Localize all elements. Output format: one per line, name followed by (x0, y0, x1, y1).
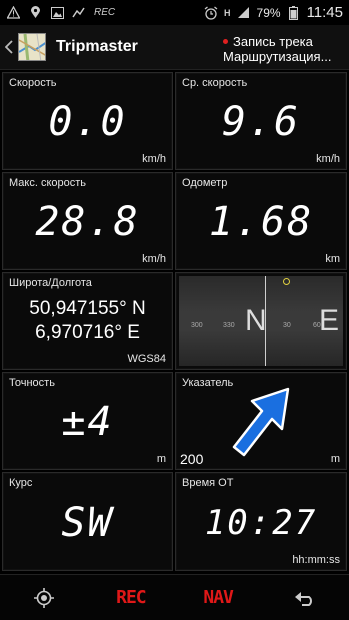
tile-lat-lon[interactable]: Широта/Долгота 50,947155° N 6,970716° E … (2, 272, 173, 370)
tile-label: Точность (9, 377, 55, 389)
tile-label: Указатель (182, 377, 234, 389)
tile-label: Курс (9, 477, 33, 489)
latitude-value: 50,947155° N (29, 298, 146, 319)
compass-tape: 300 330 N 30 60 E (179, 276, 343, 366)
network-type: H (224, 7, 231, 18)
image-icon (50, 6, 64, 20)
routing-label: Маршрутизация... (223, 49, 332, 64)
tile-label: Ср. скорость (182, 77, 248, 89)
datum-label: WGS84 (127, 353, 166, 365)
warning-icon (6, 6, 20, 20)
compass-east-letter: E (318, 304, 339, 337)
route-icon (72, 6, 86, 20)
tile-label: Макс. скорость (9, 177, 87, 189)
clock: 11:45 (306, 4, 343, 21)
track-recording-label: Запись трека (233, 34, 313, 49)
tile-value: 1.68 (208, 199, 314, 245)
rec-button[interactable]: REC (111, 578, 151, 618)
compass-target-marker-icon (283, 278, 290, 285)
app-title: Tripmaster (56, 38, 138, 55)
compass-tick: 30 (283, 322, 291, 329)
recording-dot-icon (223, 39, 228, 44)
routing-row[interactable]: Маршрутизация... (223, 49, 345, 64)
alarm-icon (204, 5, 218, 20)
tile-odometer[interactable]: Одометр 1.68 km (175, 172, 347, 270)
tile-value: ±4 (61, 399, 114, 445)
compass-heading-line (265, 276, 266, 366)
tile-value: SW (61, 499, 114, 546)
tile-unit: km (325, 253, 340, 265)
tile-value: 9.6 (221, 99, 301, 145)
tile-avg-speed[interactable]: Ср. скорость 9.6 km/h (175, 72, 347, 170)
compass-tick: 300 (191, 322, 203, 329)
longitude-value: 6,970716° E (35, 322, 140, 343)
tile-label: Широта/Долгота (9, 277, 92, 289)
bottom-toolbar: REC NAV (0, 574, 349, 620)
tile-unit: km/h (142, 153, 166, 165)
tile-label: Одометр (182, 177, 228, 189)
tile-value: 10:27 (204, 502, 318, 543)
battery-percent: 79% (256, 5, 281, 20)
compass-north-letter: N (245, 304, 267, 337)
tile-unit: m (330, 453, 340, 465)
tile-course[interactable]: Курс SW (2, 472, 173, 571)
tile-unit: km/h (316, 153, 340, 165)
tile-max-speed[interactable]: Макс. скорость 28.8 km/h (2, 172, 173, 270)
signal-icon (237, 6, 251, 20)
app-logo-map-icon[interactable] (18, 33, 46, 61)
tile-label: Время ОТ (182, 477, 234, 489)
dashboard-grid: Скорость 0.0 km/h Ср. скорость 9.6 km/h … (0, 71, 349, 573)
nav-button[interactable]: NAV (198, 578, 238, 618)
back-chevron-icon[interactable] (2, 25, 16, 70)
my-location-button[interactable] (24, 578, 64, 618)
tile-value: 0.0 (48, 99, 127, 145)
tile-time-ot[interactable]: Время ОТ 10:27 hh:mm:ss (175, 472, 347, 571)
tile-unit: km/h (142, 253, 166, 265)
tile-pointer[interactable]: Указатель 200 m (175, 372, 347, 470)
tile-unit: m (156, 453, 166, 465)
track-recording-row[interactable]: Запись трека (223, 34, 345, 49)
tile-compass[interactable]: 300 330 N 30 60 E (175, 272, 347, 370)
compass-tick: 330 (223, 322, 235, 329)
tile-speed[interactable]: Скорость 0.0 km/h (2, 72, 173, 170)
return-button[interactable] (285, 578, 325, 618)
location-pin-icon (28, 6, 42, 20)
crosshair-icon (33, 587, 54, 608)
tile-accuracy[interactable]: Точность ±4 m (2, 372, 173, 470)
tile-unit: hh:mm:ss (292, 554, 340, 566)
return-arrow-icon (295, 591, 313, 606)
direction-arrow-icon (232, 387, 290, 457)
tile-value: 28.8 (35, 199, 140, 245)
tile-label: Скорость (9, 77, 57, 89)
track-recording-menu[interactable]: Запись трека Маршрутизация... (223, 25, 349, 70)
pointer-distance: 200 (180, 451, 204, 467)
battery-icon (287, 5, 301, 20)
action-bar: Tripmaster Запись трека Маршрутизация... (0, 25, 349, 70)
status-rec-label: REC (94, 7, 116, 18)
status-bar: REC H 79% 11:45 (0, 0, 349, 25)
coordinates: 50,947155° N 6,970716° E (3, 297, 172, 345)
